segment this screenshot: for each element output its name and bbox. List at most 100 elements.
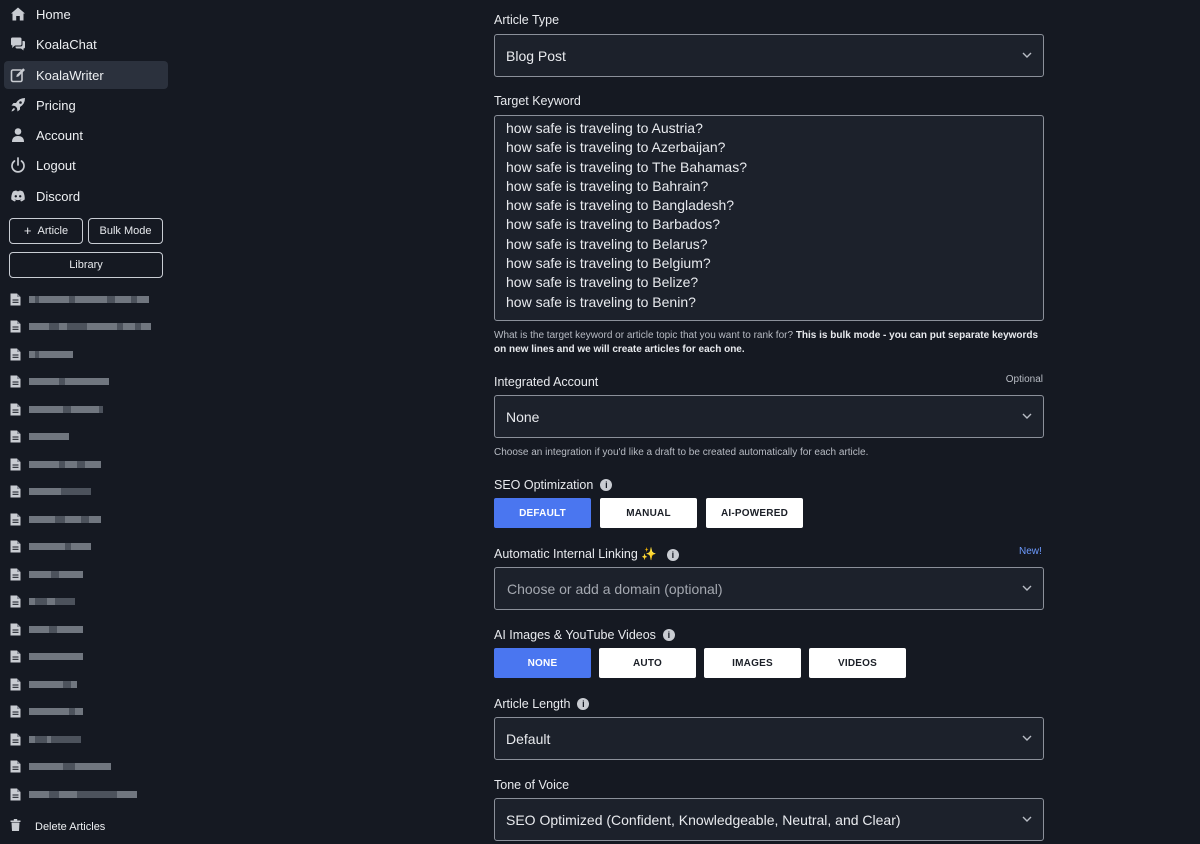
document-icon bbox=[10, 650, 21, 663]
new-badge: New! bbox=[1019, 546, 1042, 557]
document-icon bbox=[10, 540, 21, 553]
article-list-item[interactable] bbox=[10, 622, 83, 636]
nav-pricing-label: Pricing bbox=[36, 97, 76, 113]
redacted-title bbox=[29, 653, 83, 660]
info-icon[interactable]: i bbox=[666, 548, 679, 561]
seo-optimization-label: SEO Optimization i bbox=[494, 478, 613, 492]
media-videos-button[interactable]: VIDEOS bbox=[809, 648, 906, 678]
keyword-line: how safe is traveling to Barbados? bbox=[506, 216, 721, 233]
edit-icon bbox=[9, 66, 27, 84]
internal-linking-placeholder: Choose or add a domain (optional) bbox=[507, 580, 723, 597]
target-keyword-help: What is the target keyword or article to… bbox=[494, 329, 1044, 357]
document-icon bbox=[10, 485, 21, 498]
redacted-title bbox=[29, 378, 109, 385]
article-type-select[interactable]: Blog Post bbox=[494, 34, 1044, 77]
nav-account[interactable]: Account bbox=[4, 121, 168, 149]
nav-home-label: Home bbox=[36, 6, 71, 22]
seo-manual-button[interactable]: MANUAL bbox=[600, 498, 697, 528]
article-list-item[interactable] bbox=[10, 732, 81, 746]
chevron-down-icon bbox=[1022, 585, 1032, 591]
info-icon[interactable]: i bbox=[662, 629, 675, 641]
article-length-label: Article Length i bbox=[494, 697, 590, 711]
nav-koalawriter[interactable]: KoalaWriter bbox=[4, 61, 168, 89]
article-list-item[interactable] bbox=[10, 650, 83, 664]
redacted-title bbox=[29, 598, 75, 605]
chevron-down-icon bbox=[1022, 816, 1032, 822]
target-keyword-textarea[interactable]: how safe is traveling to Austria? how saf… bbox=[494, 115, 1044, 321]
keyword-line: how safe is traveling to Belgium? bbox=[506, 255, 711, 272]
article-list-item[interactable] bbox=[10, 787, 137, 801]
media-label: AI Images & YouTube Videos i bbox=[494, 628, 675, 642]
delete-articles-button[interactable]: Delete Articles bbox=[10, 818, 105, 836]
tone-of-voice-value: SEO Optimized (Confident, Knowledgeable,… bbox=[506, 811, 901, 828]
new-article-label: Article bbox=[37, 225, 69, 237]
article-list-item[interactable] bbox=[10, 540, 91, 554]
chat-icon bbox=[9, 35, 27, 53]
document-icon bbox=[10, 375, 21, 388]
rocket-icon bbox=[9, 96, 27, 114]
document-icon bbox=[10, 760, 21, 773]
article-length-value: Default bbox=[506, 730, 551, 747]
media-label-text: AI Images & YouTube Videos bbox=[494, 628, 656, 642]
article-list-item[interactable] bbox=[10, 402, 103, 416]
redacted-title bbox=[29, 680, 77, 688]
article-list-item[interactable] bbox=[10, 760, 111, 774]
article-list-item[interactable] bbox=[10, 375, 109, 389]
trash-icon bbox=[10, 818, 21, 836]
info-icon[interactable]: i bbox=[577, 698, 590, 710]
document-icon bbox=[10, 623, 21, 636]
redacted-title bbox=[29, 405, 103, 413]
library-label: Library bbox=[69, 259, 103, 271]
article-list-item[interactable] bbox=[10, 512, 101, 526]
nav-koalawriter-label: KoalaWriter bbox=[36, 67, 104, 83]
nav-logout[interactable]: Logout bbox=[4, 151, 168, 179]
bulk-mode-button[interactable]: Bulk Mode bbox=[88, 218, 163, 244]
target-keyword-label: Target Keyword bbox=[494, 94, 581, 108]
target-keyword-help-text: What is the target keyword or article to… bbox=[494, 330, 794, 341]
keyword-line: how safe is traveling to Benin? bbox=[506, 293, 696, 310]
nav-discord[interactable]: Discord bbox=[4, 182, 168, 210]
document-icon bbox=[10, 320, 21, 333]
redacted-title bbox=[29, 790, 137, 798]
article-list-item[interactable] bbox=[10, 292, 149, 306]
article-list-item[interactable] bbox=[10, 595, 75, 609]
chevron-down-icon bbox=[1022, 735, 1032, 741]
seo-ai-powered-button[interactable]: AI-POWERED bbox=[706, 498, 803, 528]
info-icon[interactable]: i bbox=[600, 479, 613, 491]
redacted-title bbox=[29, 625, 83, 633]
nav-koalachat[interactable]: KoalaChat bbox=[4, 30, 168, 58]
redacted-title bbox=[29, 488, 91, 495]
nav-logout-label: Logout bbox=[36, 157, 76, 173]
article-list-item[interactable] bbox=[10, 347, 73, 361]
internal-linking-select[interactable]: Choose or add a domain (optional) bbox=[494, 567, 1044, 610]
keyword-line: how safe is traveling to Belarus? bbox=[506, 235, 708, 252]
article-list-item[interactable] bbox=[10, 567, 83, 581]
document-icon bbox=[10, 458, 21, 471]
document-icon bbox=[10, 568, 21, 581]
chevron-down-icon bbox=[1022, 413, 1032, 419]
nav-home[interactable]: Home bbox=[4, 0, 168, 28]
article-list-item[interactable] bbox=[10, 430, 69, 444]
media-images-button[interactable]: IMAGES bbox=[704, 648, 801, 678]
article-list-item[interactable] bbox=[10, 705, 83, 719]
tone-of-voice-select[interactable]: SEO Optimized (Confident, Knowledgeable,… bbox=[494, 798, 1044, 841]
integrated-account-select[interactable]: None bbox=[494, 395, 1044, 438]
seo-default-button[interactable]: DEFAULT bbox=[494, 498, 591, 528]
article-list-item[interactable] bbox=[10, 677, 77, 691]
article-list-item[interactable] bbox=[10, 320, 151, 334]
article-list-item[interactable] bbox=[10, 457, 101, 471]
internal-linking-label-text: Automatic Internal Linking ✨ bbox=[494, 547, 657, 561]
integrated-account-label: Integrated Account bbox=[494, 375, 599, 389]
nav-pricing[interactable]: Pricing bbox=[4, 91, 168, 119]
article-length-select[interactable]: Default bbox=[494, 717, 1044, 760]
optional-note: Optional bbox=[1005, 374, 1043, 385]
library-button[interactable]: Library bbox=[9, 252, 163, 278]
redacted-title bbox=[29, 460, 101, 468]
keyword-line: how safe is traveling to Bangladesh? bbox=[506, 197, 735, 214]
article-list-item[interactable] bbox=[10, 485, 91, 499]
media-auto-button[interactable]: AUTO bbox=[599, 648, 696, 678]
document-icon bbox=[10, 733, 21, 746]
home-icon bbox=[9, 5, 27, 23]
new-article-button[interactable]: + Article bbox=[9, 218, 83, 244]
media-none-button[interactable]: NONE bbox=[494, 648, 591, 678]
